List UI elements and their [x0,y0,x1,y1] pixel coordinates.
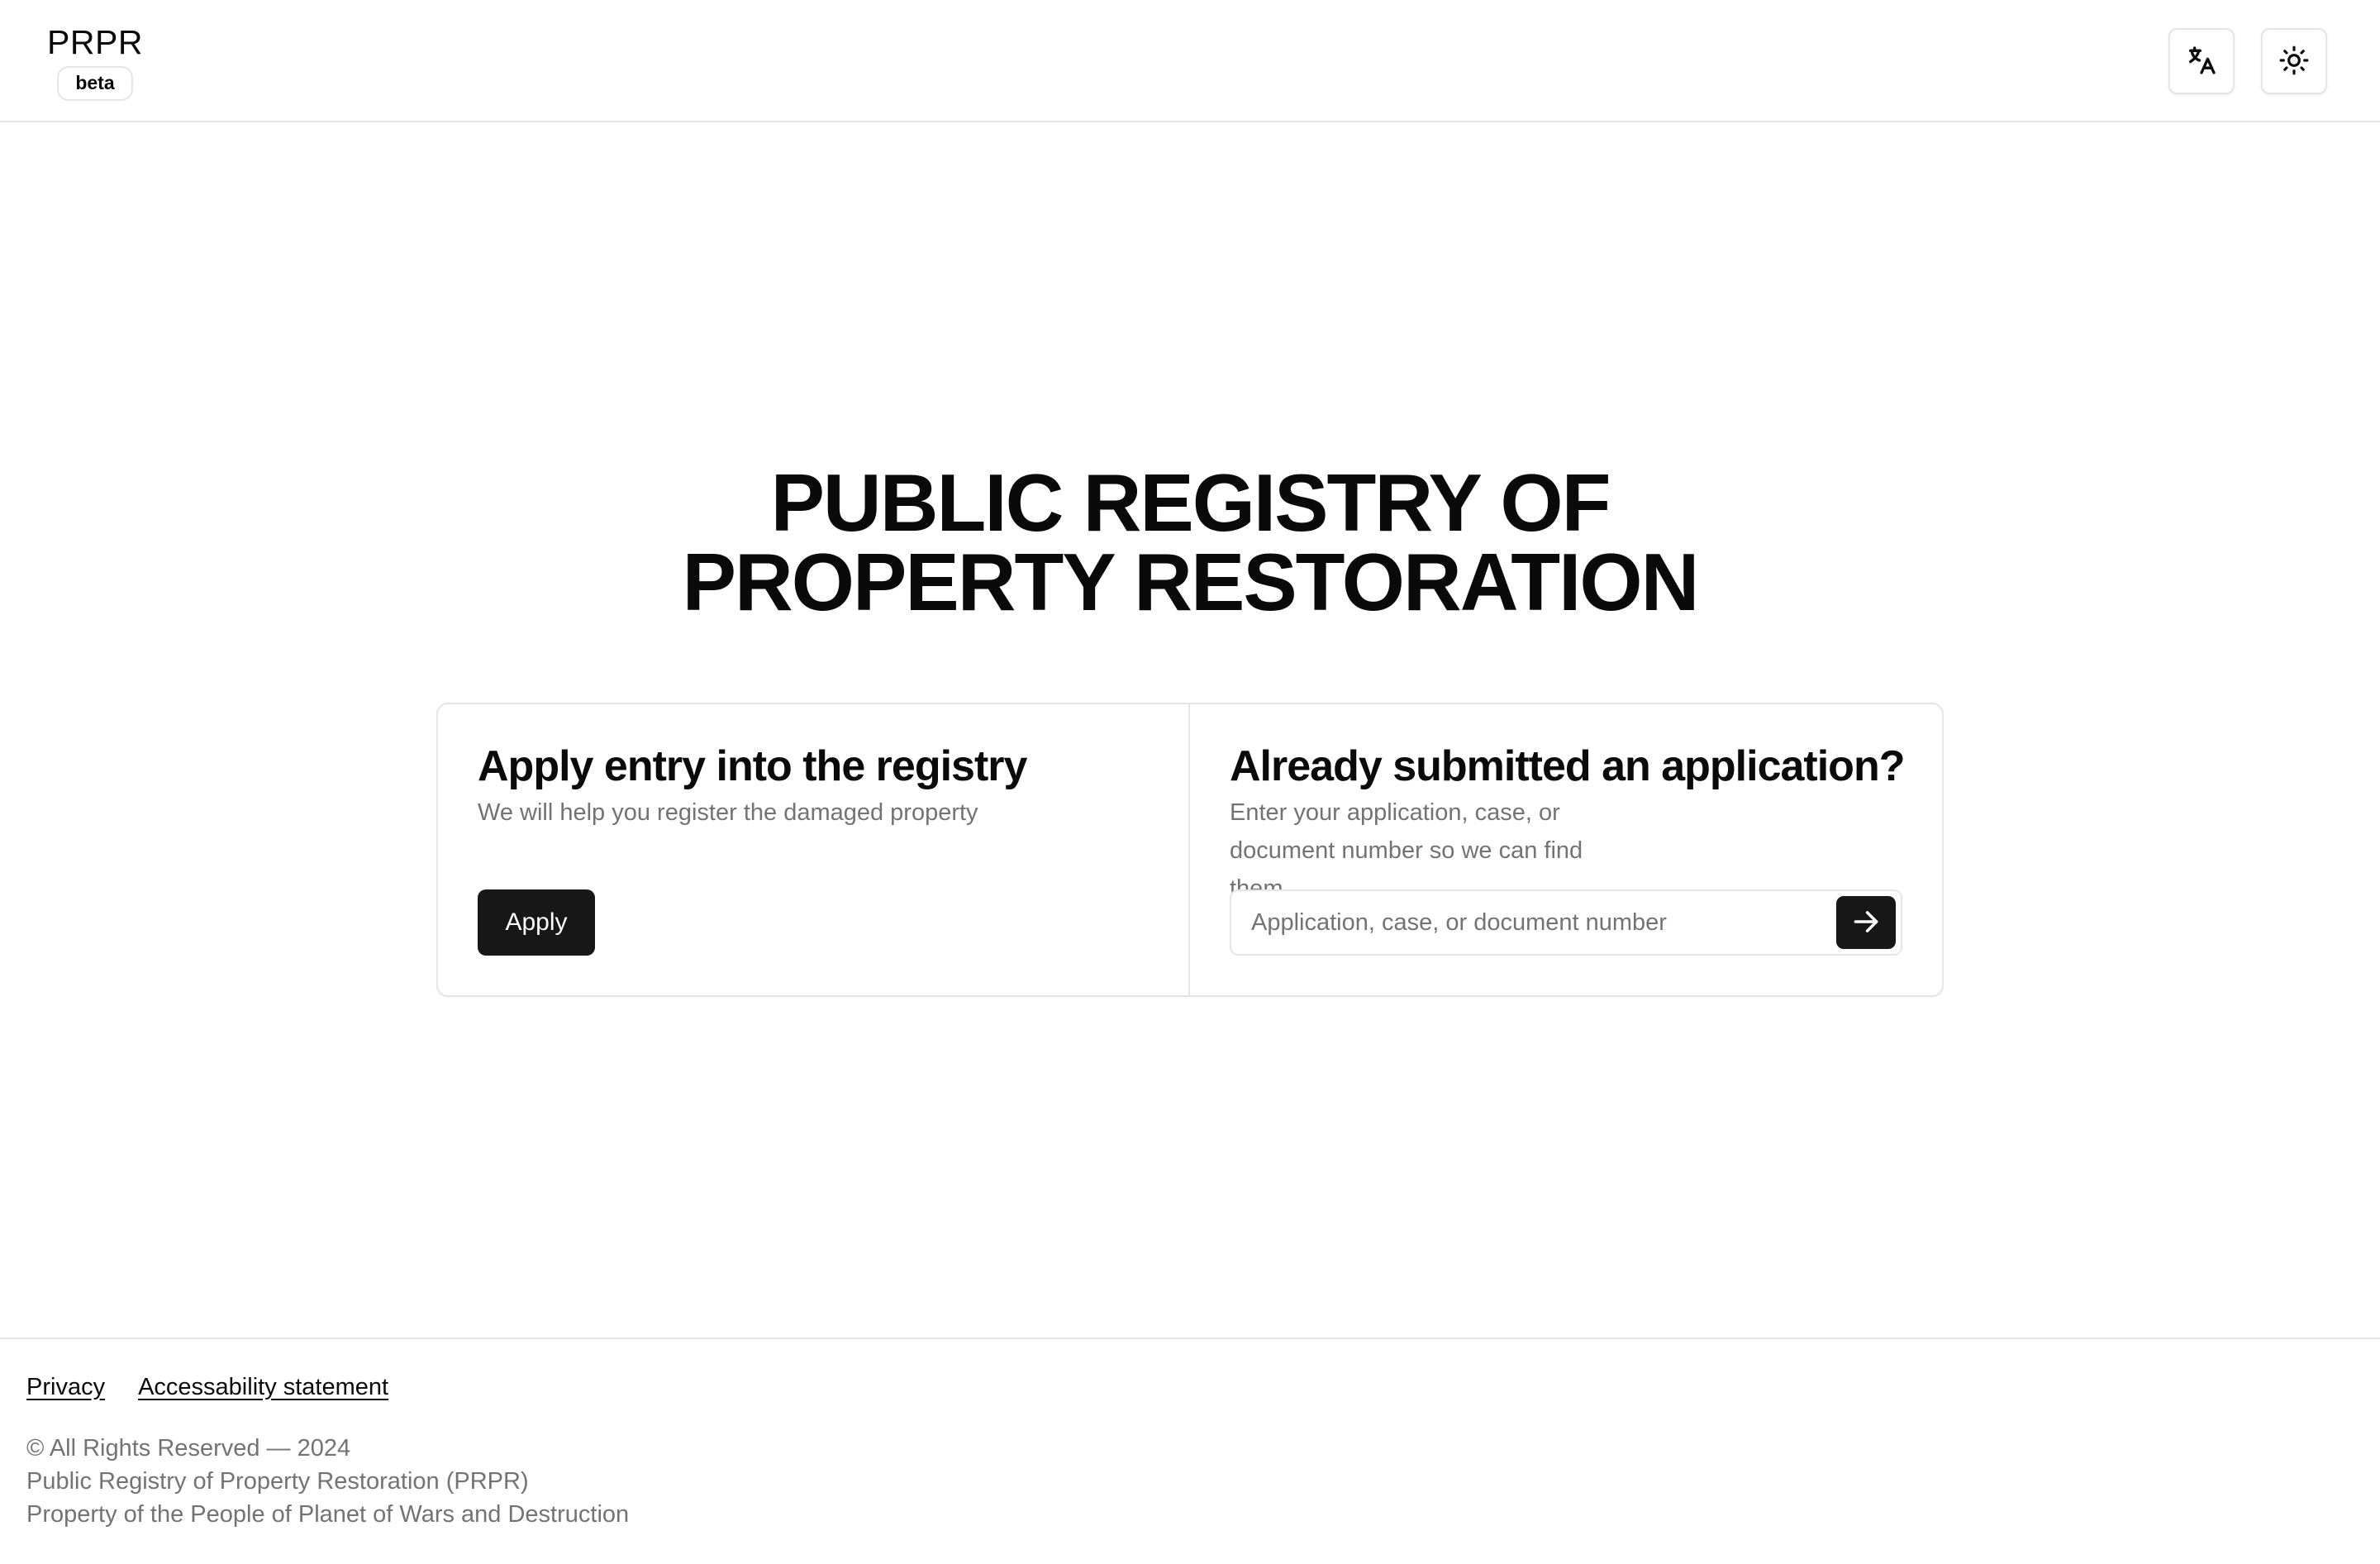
lookup-search-field [1230,889,1902,956]
apply-panel-description: We will help you register the damaged pr… [478,799,978,826]
page-title-line-2: PROPERTY RESTORATION [682,536,1700,627]
language-button[interactable] [2168,28,2235,94]
footer-links: Privacy Accessability statement [26,1374,388,1401]
site-footer: Privacy Accessability statement © All Ri… [0,1338,2380,1564]
apply-panel-title: Apply entry into the registry [478,742,1027,790]
apply-button[interactable]: Apply [478,889,595,956]
accessibility-statement-link[interactable]: Accessability statement [138,1374,388,1401]
copyright-text: © All Rights Reserved — 2024 [26,1435,351,1461]
theme-toggle-button[interactable] [2261,28,2327,94]
lookup-panel: Already submitted an application? Enter … [1190,704,1942,995]
registry-name-text: Public Registry of Property Restoration … [26,1468,529,1495]
page-title: PUBLIC REGISTRY OF PROPERTY RESTORATION [0,462,2380,622]
brand-name[interactable]: PRPR [47,21,143,63]
sun-icon [2278,45,2310,79]
action-card: Apply entry into the registry We will he… [436,703,1944,997]
beta-badge: beta [57,66,133,101]
application-number-input[interactable] [1231,891,1826,954]
arrow-right-icon [1850,906,1882,940]
page-title-line-1: PUBLIC REGISTRY OF [770,457,1611,548]
brand[interactable]: PRPR beta [47,21,142,101]
footer-legal-text: © All Rights Reserved — 2024 Public Regi… [26,1432,629,1531]
translate-icon [2185,44,2218,79]
apply-panel: Apply entry into the registry We will he… [438,704,1190,995]
site-header: PRPR beta [0,0,2380,122]
privacy-link[interactable]: Privacy [26,1374,105,1401]
lookup-panel-title: Already submitted an application? [1230,742,1905,790]
ownership-text: Property of the People of Planet of Wars… [26,1501,630,1528]
lookup-submit-button[interactable] [1836,896,1896,949]
